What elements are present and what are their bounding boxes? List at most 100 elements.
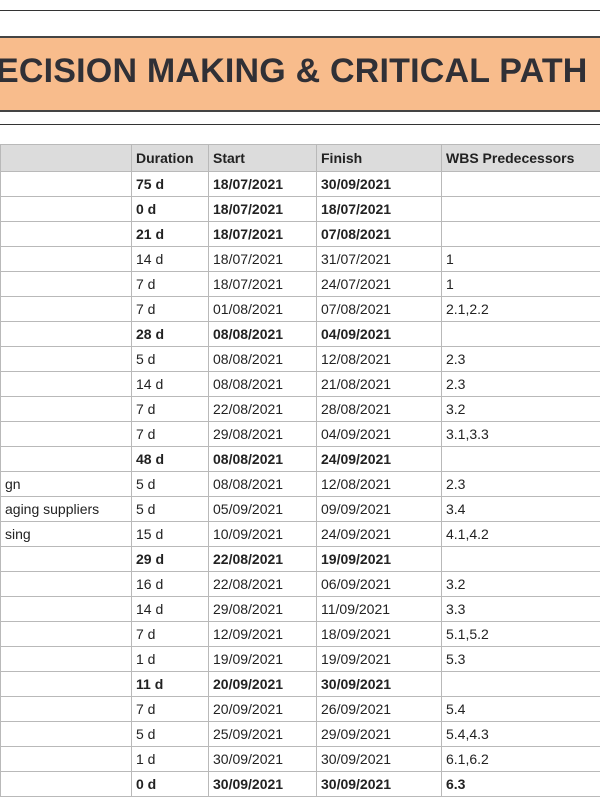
header-row: Duration Start Finish WBS Predecessors [0, 144, 600, 172]
wbs-cell: 6.3 [441, 771, 600, 797]
finish-cell: 29/09/2021 [316, 721, 442, 747]
duration-cell: 1 d [131, 746, 209, 772]
start-cell: 18/07/2021 [208, 221, 317, 247]
wbs-cell: 5.4 [441, 696, 600, 722]
wbs-cell [441, 221, 600, 247]
table-row: 1 d 30/09/2021 30/09/2021 6.1,6.2 [0, 746, 600, 772]
duration-cell: 7 d [131, 621, 209, 647]
duration-cell: 7 d [131, 271, 209, 297]
wbs-cell [441, 546, 600, 572]
table-row: 7 d 20/09/2021 26/09/2021 5.4 [0, 696, 600, 722]
task-name-cell [0, 571, 132, 597]
duration-cell: 14 d [131, 246, 209, 272]
table-row: 14 d 29/08/2021 11/09/2021 3.3 [0, 596, 600, 622]
table-row: 7 d 12/09/2021 18/09/2021 5.1,5.2 [0, 621, 600, 647]
finish-cell: 11/09/2021 [316, 596, 442, 622]
duration-cell: 0 d [131, 771, 209, 797]
finish-cell: 18/09/2021 [316, 621, 442, 647]
table-row: 5 d 08/08/2021 12/08/2021 2.3 [0, 346, 600, 372]
start-cell: 12/09/2021 [208, 621, 317, 647]
task-name-cell: gn [0, 471, 132, 497]
task-name-cell [0, 321, 132, 347]
start-cell: 08/08/2021 [208, 371, 317, 397]
table-row: 7 d 01/08/2021 07/08/2021 2.1,2.2 [0, 296, 600, 322]
duration-cell: 7 d [131, 396, 209, 422]
finish-cell: 04/09/2021 [316, 421, 442, 447]
start-cell: 22/08/2021 [208, 571, 317, 597]
finish-cell: 30/09/2021 [316, 671, 442, 697]
task-name-cell [0, 596, 132, 622]
wbs-cell: 2.3 [441, 346, 600, 372]
duration-cell: 7 d [131, 421, 209, 447]
duration-cell: 11 d [131, 671, 209, 697]
table-row: 14 d 08/08/2021 21/08/2021 2.3 [0, 371, 600, 397]
task-name-cell [0, 646, 132, 672]
duration-cell: 0 d [131, 196, 209, 222]
duration-cell: 75 d [131, 171, 209, 197]
wbs-cell: 5.1,5.2 [441, 621, 600, 647]
duration-header: Duration [131, 144, 209, 172]
duration-cell: 5 d [131, 496, 209, 522]
duration-cell: 48 d [131, 446, 209, 472]
wbs-cell: 3.1,3.3 [441, 421, 600, 447]
start-cell: 20/09/2021 [208, 696, 317, 722]
task-name-cell [0, 371, 132, 397]
duration-cell: 28 d [131, 321, 209, 347]
table-row: 14 d 18/07/2021 31/07/2021 1 [0, 246, 600, 272]
wbs-cell [441, 446, 600, 472]
duration-cell: 14 d [131, 596, 209, 622]
task-name-header [0, 144, 132, 172]
duration-cell: 15 d [131, 521, 209, 547]
table-row: sing 15 d 10/09/2021 24/09/2021 4.1,4.2 [0, 521, 600, 547]
start-cell: 18/07/2021 [208, 246, 317, 272]
duration-cell: 5 d [131, 471, 209, 497]
task-name-cell [0, 396, 132, 422]
table-row: 0 d 18/07/2021 18/07/2021 [0, 196, 600, 222]
wbs-cell: 1 [441, 246, 600, 272]
finish-cell: 12/08/2021 [316, 471, 442, 497]
table-row: 29 d 22/08/2021 19/09/2021 [0, 546, 600, 572]
finish-cell: 30/09/2021 [316, 746, 442, 772]
top-divider-line [0, 10, 600, 11]
task-name-cell [0, 271, 132, 297]
task-name-cell: aging suppliers [0, 496, 132, 522]
task-name-cell [0, 296, 132, 322]
task-name-cell [0, 621, 132, 647]
finish-cell: 07/08/2021 [316, 296, 442, 322]
task-name-cell [0, 196, 132, 222]
start-cell: 18/07/2021 [208, 271, 317, 297]
wbs-cell: 4.1,4.2 [441, 521, 600, 547]
start-cell: 18/07/2021 [208, 196, 317, 222]
finish-cell: 28/08/2021 [316, 396, 442, 422]
task-name-cell [0, 721, 132, 747]
task-name-cell [0, 346, 132, 372]
task-name-cell [0, 746, 132, 772]
task-name-cell [0, 421, 132, 447]
task-name-cell: sing [0, 521, 132, 547]
finish-cell: 09/09/2021 [316, 496, 442, 522]
wbs-cell: 2.1,2.2 [441, 296, 600, 322]
finish-header: Finish [316, 144, 442, 172]
wbs-cell: 2.3 [441, 371, 600, 397]
start-cell: 08/08/2021 [208, 471, 317, 497]
wbs-cell: 6.1,6.2 [441, 746, 600, 772]
start-cell: 29/08/2021 [208, 596, 317, 622]
task-name-cell [0, 446, 132, 472]
start-cell: 05/09/2021 [208, 496, 317, 522]
wbs-cell: 1 [441, 271, 600, 297]
finish-cell: 24/09/2021 [316, 446, 442, 472]
duration-cell: 5 d [131, 346, 209, 372]
table-row: 1 d 19/09/2021 19/09/2021 5.3 [0, 646, 600, 672]
table-row: 11 d 20/09/2021 30/09/2021 [0, 671, 600, 697]
start-cell: 08/08/2021 [208, 321, 317, 347]
schedule-table: Duration Start Finish WBS Predecessors 7… [0, 144, 600, 797]
wbs-predecessors-header: WBS Predecessors [441, 144, 600, 172]
finish-cell: 04/09/2021 [316, 321, 442, 347]
wbs-cell: 3.2 [441, 571, 600, 597]
duration-cell: 7 d [131, 296, 209, 322]
table-row: 16 d 22/08/2021 06/09/2021 3.2 [0, 571, 600, 597]
duration-cell: 16 d [131, 571, 209, 597]
wbs-cell: 3.4 [441, 496, 600, 522]
wbs-cell: 2.3 [441, 471, 600, 497]
duration-cell: 5 d [131, 721, 209, 747]
